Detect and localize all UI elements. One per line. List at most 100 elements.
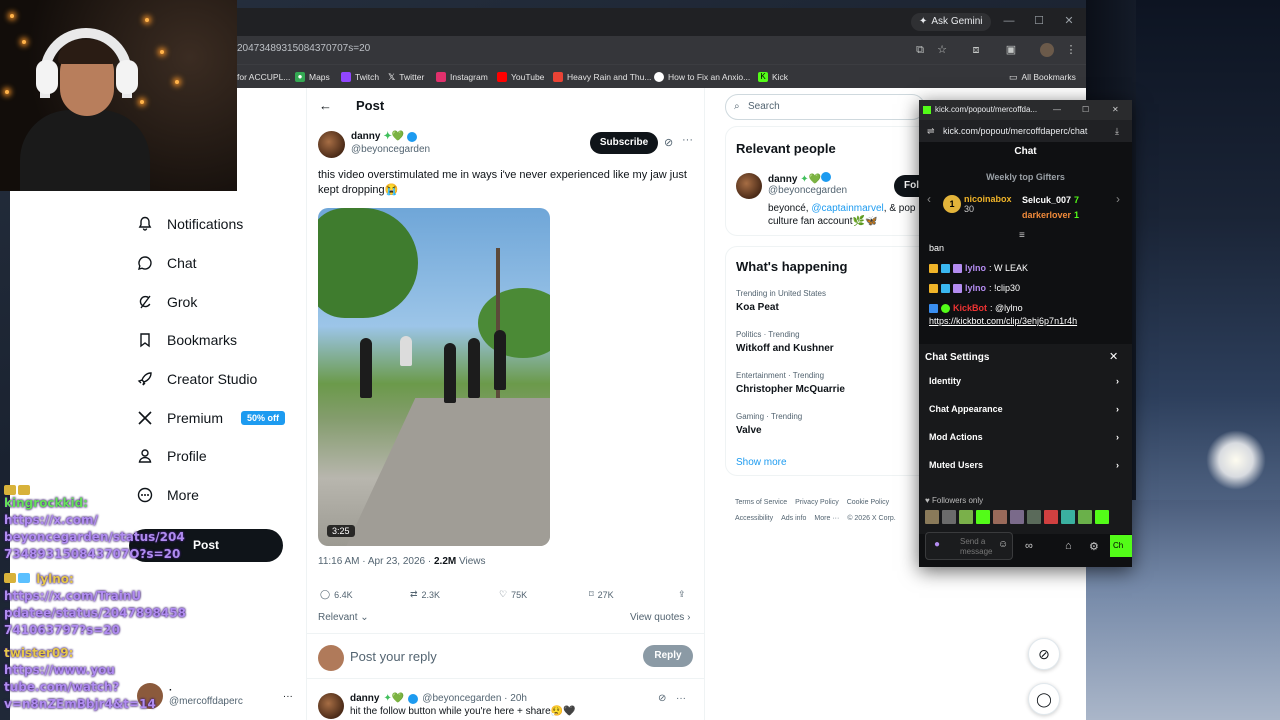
emote-icon[interactable] [993, 510, 1007, 524]
reply-input[interactable]: Post your reply [350, 649, 437, 664]
setting-muted-users[interactable]: Muted Users › [929, 460, 1119, 470]
chevron-right-icon[interactable]: › [1116, 192, 1120, 206]
emote-icon[interactable] [942, 510, 956, 524]
avatar[interactable] [318, 131, 345, 158]
nav-bookmarks[interactable]: Bookmarks [137, 328, 237, 352]
nav-grok[interactable]: Grok [137, 290, 197, 314]
reply-action[interactable]: ◯ 6.4K [320, 589, 353, 600]
repost-action[interactable]: ⇄ 2.3K [410, 589, 440, 600]
maximize-icon[interactable]: ☐ [1031, 13, 1047, 29]
minimize-icon[interactable]: — [1053, 100, 1061, 120]
collapse-icon[interactable]: ≡ [1019, 230, 1025, 241]
kick-icon [923, 106, 931, 114]
search-input[interactable]: ⌕ Search [725, 94, 925, 120]
trend-item[interactable]: Politics · Trending Witkoff and Kushner [736, 330, 834, 354]
emote-icon[interactable] [1027, 510, 1041, 524]
bookmark-item[interactable]: 𝕏 Twitter [388, 70, 424, 84]
download-icon[interactable]: ⤓ [1115, 120, 1119, 142]
trend-item[interactable]: Gaming · Trending Valve [736, 412, 802, 436]
person-icon [138, 449, 152, 463]
address-bar[interactable]: 20473489315084370707s=20 ⧉ ☆ ⧈ ▣ ⋮ [237, 36, 1086, 64]
bookmark-item[interactable]: for ACCUPL... [237, 70, 290, 84]
grok-icon[interactable]: ⊘ [658, 693, 666, 704]
reply-button[interactable]: Reply [643, 645, 693, 667]
setting-identity[interactable]: Identity › [929, 376, 1119, 386]
emote-icon[interactable] [925, 510, 939, 524]
trend-item[interactable]: Trending in United States Koa Peat [736, 289, 826, 313]
setting-chat-appearance[interactable]: Chat Appearance › [929, 404, 1119, 414]
menu-icon[interactable]: ⋮ [1064, 43, 1078, 57]
show-more-link[interactable]: Show more [736, 457, 787, 468]
profile-avatar[interactable] [1040, 43, 1054, 57]
top-gifter[interactable]: 1 nicoinabox 30 [943, 194, 1012, 214]
emote-icon[interactable] [1078, 510, 1092, 524]
emote-icon[interactable] [1010, 510, 1024, 524]
kick-icon: K [758, 72, 768, 82]
nav-chat[interactable]: Chat [137, 251, 197, 275]
more-dots-icon[interactable]: ··· [682, 134, 693, 146]
emote-icon[interactable] [976, 510, 990, 524]
maximize-icon[interactable]: ☐ [1082, 100, 1089, 120]
avatar[interactable] [318, 693, 344, 719]
nav-profile[interactable]: Profile [137, 444, 207, 468]
emote-icon[interactable] [1044, 510, 1058, 524]
chat-message-input[interactable]: ● Send a message ☺ [925, 532, 1013, 560]
emote-icon[interactable] [959, 510, 973, 524]
bookmark-item[interactable]: Instagram [436, 70, 488, 84]
more-dots-icon[interactable]: ··· [676, 693, 686, 704]
like-action[interactable]: ♡ 75K [499, 589, 527, 600]
nav-premium[interactable]: Premium 50% off [137, 406, 286, 430]
share-icon[interactable]: ⇪ [678, 589, 686, 600]
minimize-icon[interactable]: — [1001, 13, 1017, 29]
messages-float-button[interactable]: ◯ [1028, 683, 1060, 715]
microphone-icon[interactable]: ● [934, 540, 940, 550]
emote-icon[interactable] [1061, 510, 1075, 524]
clip-link[interactable]: https://kickbot.com/clip/3ehj6p7n1r4h [929, 316, 1077, 326]
bookmark-item[interactable]: Heavy Rain and Thu... [553, 70, 651, 84]
close-icon[interactable]: ✕ [1109, 350, 1118, 363]
all-bookmarks[interactable]: ▭ All Bookmarks [1009, 70, 1076, 84]
post-meta: 11:16 AM · Apr 23, 2026 · 2.2M Views [318, 556, 486, 567]
avatar[interactable] [736, 173, 762, 199]
video-thumbnail[interactable]: 3:25 [318, 208, 550, 546]
bookmark-item[interactable]: Twitch [341, 70, 379, 84]
back-arrow-icon[interactable]: ← [319, 98, 332, 113]
extensions-icon[interactable]: ⧈ [969, 43, 983, 57]
infinity-icon[interactable]: ∞ [1025, 540, 1033, 552]
chevron-left-icon[interactable]: ‹ [927, 192, 931, 206]
star-icon[interactable]: ☆ [935, 43, 949, 57]
mention-link[interactable]: @captainmarvel [811, 203, 883, 214]
sidepanel-icon[interactable]: ▣ [1004, 43, 1018, 57]
subscribe-button[interactable]: Subscribe [590, 132, 658, 154]
trend-item[interactable]: Entertainment · Trending Christopher McQu… [736, 371, 845, 395]
popout-url-bar[interactable]: ⇌ kick.com/popout/mercoffdaperc/chat ⤓ [919, 120, 1132, 142]
close-icon[interactable]: ✕ [1061, 13, 1077, 29]
gear-icon[interactable]: ⚙ [1089, 540, 1099, 553]
store-icon[interactable]: ⌂ [1065, 540, 1072, 552]
bookmark-item[interactable]: YouTube [497, 70, 544, 84]
grok-icon[interactable]: ⊘ [664, 136, 673, 149]
nav-creator-studio[interactable]: Creator Studio [137, 367, 257, 391]
emoji-icon[interactable]: ☺ [998, 540, 1008, 550]
close-icon[interactable]: ✕ [1112, 100, 1119, 120]
bookmark-item[interactable]: How to Fix an Anxio... [654, 70, 750, 84]
tune-icon: ⇌ [927, 126, 935, 136]
bookmark-item[interactable]: K Kick [758, 70, 788, 84]
bookmark-item[interactable]: ● Maps [295, 70, 330, 84]
twitch-icon [341, 72, 351, 82]
emote-icon[interactable] [1095, 510, 1109, 524]
view-quotes-link[interactable]: View quotes › [630, 612, 690, 623]
reply-sort-dropdown[interactable]: Relevant ⌄ [318, 612, 369, 623]
post-author[interactable]: danny ✦💚 @beyoncegarden [318, 131, 430, 158]
top-gifter[interactable]: darkerlover 1 [1022, 210, 1079, 220]
nav-notifications[interactable]: Notifications [137, 212, 243, 236]
grok-float-button[interactable]: ⊘ [1028, 638, 1060, 670]
url-text[interactable]: 20473489315084370707s=20 [237, 43, 370, 54]
setting-mod-actions[interactable]: Mod Actions › [929, 432, 1119, 442]
bookmark-action[interactable]: ⌑ 27K [589, 589, 614, 600]
chat-send-button[interactable]: Ch [1110, 535, 1132, 557]
top-gifter[interactable]: Selcuk_007 7 [1022, 195, 1079, 205]
cast-icon[interactable]: ⧉ [913, 43, 927, 57]
reply-post[interactable]: danny ✦💚 @beyoncegarden · 20h hit the foll… [318, 693, 686, 719]
ask-gemini-button[interactable]: ✦ Ask Gemini [911, 13, 991, 31]
